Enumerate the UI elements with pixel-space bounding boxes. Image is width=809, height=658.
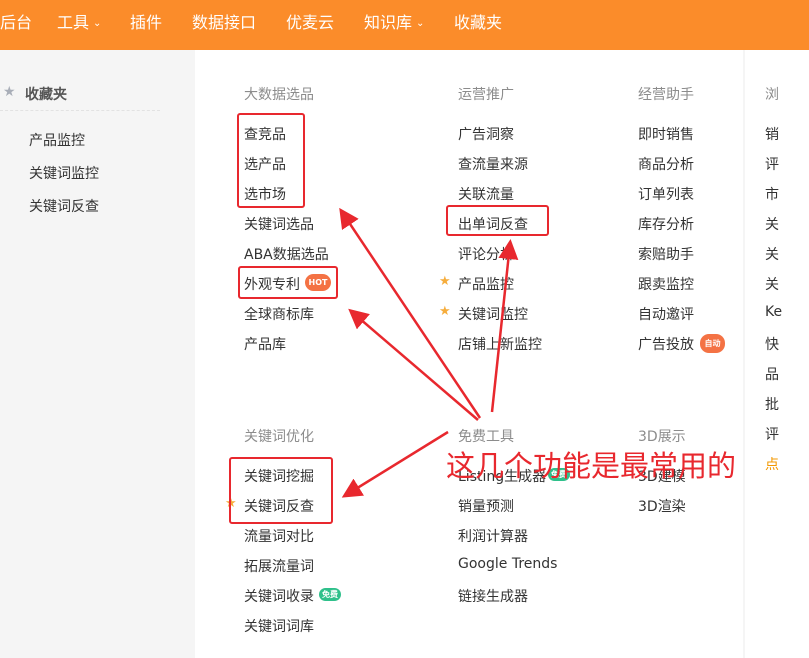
annotation-arrows	[339, 207, 519, 498]
annotation-text: 这几个功能是最常用的	[446, 449, 737, 483]
arrow-to-order-keyword	[490, 239, 519, 413]
arrow-to-keyword-opt	[341, 430, 449, 498]
arrow-to-design-patent	[348, 308, 479, 421]
arrow-to-top-three	[339, 207, 482, 419]
